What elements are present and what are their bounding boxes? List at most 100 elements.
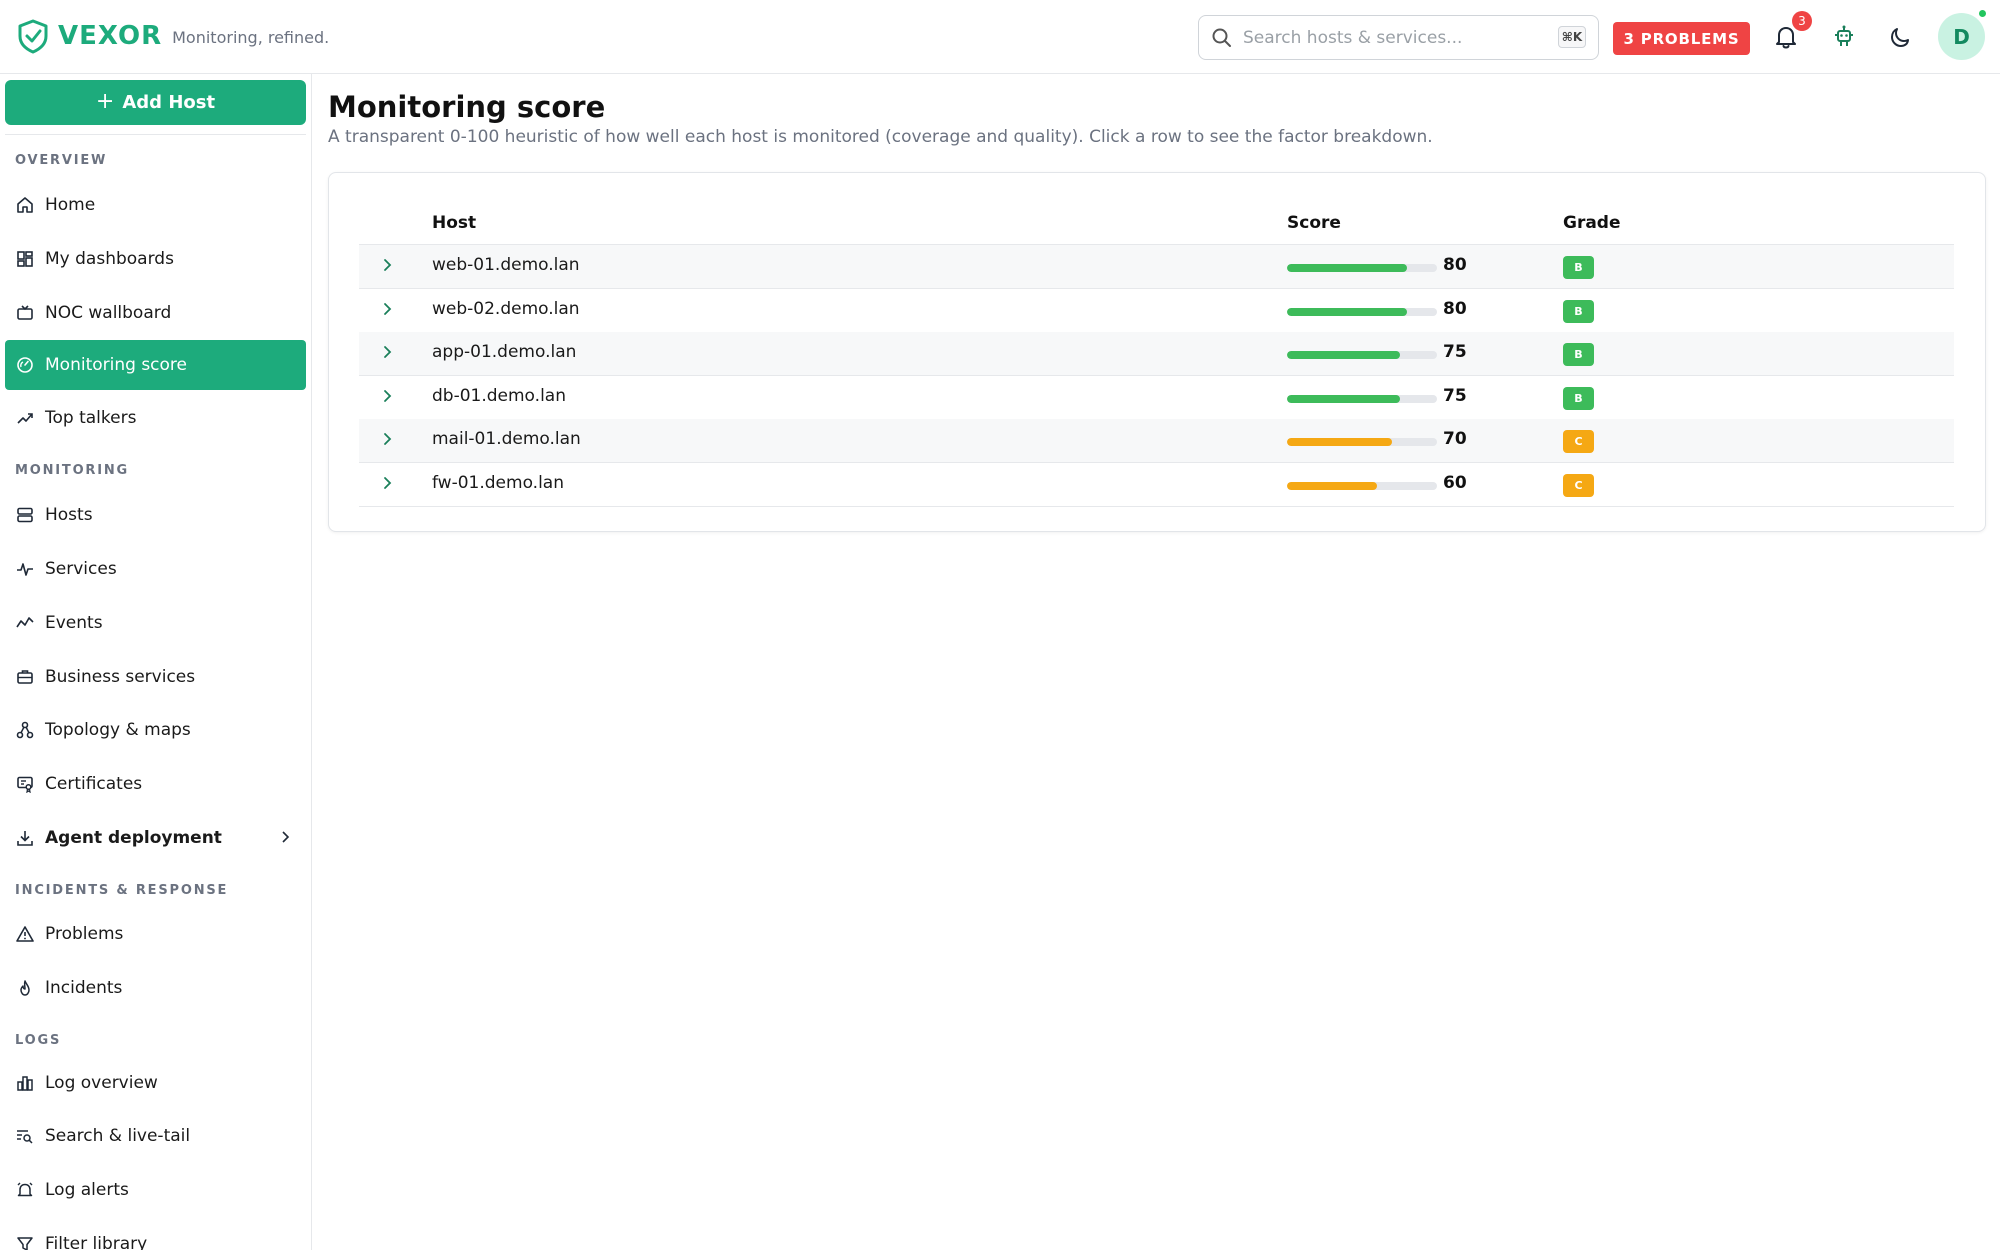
table-row[interactable]: db-01.demo.lan 75 B <box>359 376 1954 420</box>
sidebar-item-label: Agent deployment <box>45 828 222 848</box>
column-header-host[interactable]: Host <box>432 213 476 233</box>
grade-badge: B <box>1563 386 1594 410</box>
table-row[interactable]: web-01.demo.lan 80 B <box>359 245 1954 289</box>
sidebar-item-events[interactable]: Events <box>5 598 306 648</box>
score-table-card: Host Score Grade web-01.demo.lan 80 B web-0… <box>328 172 1986 532</box>
sidebar-item-certificates[interactable]: Certificates <box>5 759 306 809</box>
score-value: 80 <box>1443 298 1467 319</box>
search-list-icon <box>15 1126 35 1146</box>
moon-icon <box>1891 28 1909 47</box>
sidebar-item-agent-deployment[interactable]: Agent deployment <box>5 813 306 863</box>
chevron-right-icon[interactable] <box>379 344 395 360</box>
sidebar-item-label: Certificates <box>45 774 143 794</box>
dashboard-icon <box>15 249 35 269</box>
page-title: Monitoring score <box>328 90 606 124</box>
score-bar <box>1287 351 1437 360</box>
brand-tagline: Monitoring, refined. <box>172 27 330 47</box>
grade-badge: C <box>1563 430 1594 454</box>
host-name: web-02.demo.lan <box>432 298 580 319</box>
sidebar-item-incidents[interactable]: Incidents <box>5 963 306 1013</box>
search-box[interactable]: ⌘K <box>1198 15 1599 60</box>
sidebar-item-top-talkers[interactable]: Top talkers <box>5 393 306 443</box>
table-row[interactable]: fw-01.demo.lan 60 C <box>359 463 1954 507</box>
sidebar-item-monitoring-score[interactable]: Monitoring score <box>5 340 306 390</box>
chevron-right-icon[interactable] <box>379 431 395 447</box>
page-subtitle: A transparent 0-100 heuristic of how wel… <box>328 127 1433 147</box>
score-bar <box>1287 264 1437 272</box>
score-bar <box>1287 438 1437 447</box>
main-content: Monitoring score A transparent 0-100 heu… <box>313 74 2000 1250</box>
download-icon <box>15 828 35 848</box>
chevron-right-icon[interactable] <box>379 388 395 404</box>
sidebar-item-filter-library[interactable]: Filter library <box>5 1219 306 1250</box>
robot-icon <box>1835 25 1853 46</box>
problems-button[interactable]: 3 PROBLEMS <box>1613 22 1750 55</box>
sidebar-item-label: Log alerts <box>45 1180 129 1200</box>
table-row[interactable]: mail-01.demo.lan 70 C <box>359 419 1954 464</box>
sidebar-item-label: Search & live-tail <box>45 1126 191 1146</box>
search-icon <box>1212 28 1231 47</box>
flame-icon <box>15 978 35 998</box>
server-icon <box>15 505 35 525</box>
score-value: 75 <box>1443 385 1467 406</box>
sidebar-item-topology-maps[interactable]: Topology & maps <box>5 705 306 755</box>
brand-name: VEXOR <box>58 21 163 51</box>
add-host-button[interactable]: + Add Host <box>5 80 306 125</box>
table-row[interactable]: app-01.demo.lan 75 B <box>359 332 1954 377</box>
section-label-overview: OVERVIEW <box>15 153 108 168</box>
score-bar-fill <box>1287 438 1392 447</box>
grade-badge: C <box>1563 474 1594 497</box>
sidebar-item-label: Monitoring score <box>45 355 187 375</box>
user-avatar[interactable]: D <box>1938 13 1985 60</box>
chevron-right-icon[interactable] <box>379 301 395 317</box>
chevron-right-icon[interactable] <box>379 475 395 491</box>
sidebar-item-label: Topology & maps <box>45 720 191 740</box>
sidebar-item-my-dashboards[interactable]: My dashboards <box>5 234 306 284</box>
chevron-right-icon <box>282 831 290 843</box>
sidebar-item-label: Problems <box>45 924 124 944</box>
sidebar-item-hosts[interactable]: Hosts <box>5 490 306 540</box>
bar-chart-icon <box>15 1073 35 1093</box>
column-header-grade[interactable]: Grade <box>1563 213 1621 233</box>
assistant-button[interactable] <box>1826 18 1862 56</box>
activity-icon <box>15 559 35 579</box>
grade-badge: B <box>1563 343 1594 367</box>
trending-up-icon <box>15 408 35 428</box>
sidebar-item-business-services[interactable]: Business services <box>5 652 306 702</box>
plus-icon: + <box>95 89 115 114</box>
filter-icon <box>15 1234 35 1250</box>
sidebar-item-log-alerts[interactable]: Log alerts <box>5 1165 306 1215</box>
sidebar: + Add Host OVERVIEW Home My dashboards N… <box>0 74 312 1250</box>
shortcut-hint: ⌘K <box>1558 26 1586 48</box>
brand[interactable]: VEXOR Monitoring, refined. <box>16 18 329 54</box>
host-name: fw-01.demo.lan <box>432 473 564 493</box>
notification-count-badge: 3 <box>1792 11 1812 31</box>
sidebar-item-problems[interactable]: Problems <box>5 909 306 959</box>
sidebar-item-label: Top talkers <box>45 408 137 428</box>
theme-toggle-button[interactable] <box>1883 18 1919 56</box>
table-row[interactable]: web-02.demo.lan 80 B <box>359 289 1954 333</box>
score-bar-fill <box>1287 307 1407 316</box>
alarm-icon <box>15 1180 35 1200</box>
sidebar-item-home[interactable]: Home <box>5 180 306 230</box>
topology-icon <box>15 720 35 740</box>
sidebar-item-services[interactable]: Services <box>5 544 306 594</box>
chevron-right-icon[interactable] <box>379 257 395 273</box>
score-bar <box>1287 307 1437 316</box>
sidebar-item-search-live-tail[interactable]: Search & live-tail <box>5 1111 306 1161</box>
sidebar-item-label: Log overview <box>45 1073 158 1093</box>
briefcase-icon <box>15 667 35 687</box>
sidebar-item-log-overview[interactable]: Log overview <box>5 1058 306 1108</box>
column-header-score[interactable]: Score <box>1287 213 1341 233</box>
score-bar <box>1287 394 1437 403</box>
sidebar-item-noc-wallboard[interactable]: NOC wallboard <box>5 288 306 338</box>
sidebar-item-label: Home <box>45 195 96 215</box>
certificate-icon <box>15 774 35 794</box>
sidebar-item-label: Events <box>45 613 103 633</box>
sidebar-item-label: My dashboards <box>45 249 174 269</box>
search-input[interactable] <box>1243 27 1543 48</box>
tv-icon <box>15 303 35 323</box>
score-value: 80 <box>1443 255 1467 275</box>
score-bar-fill <box>1287 351 1400 360</box>
score-bar-fill <box>1287 482 1377 490</box>
